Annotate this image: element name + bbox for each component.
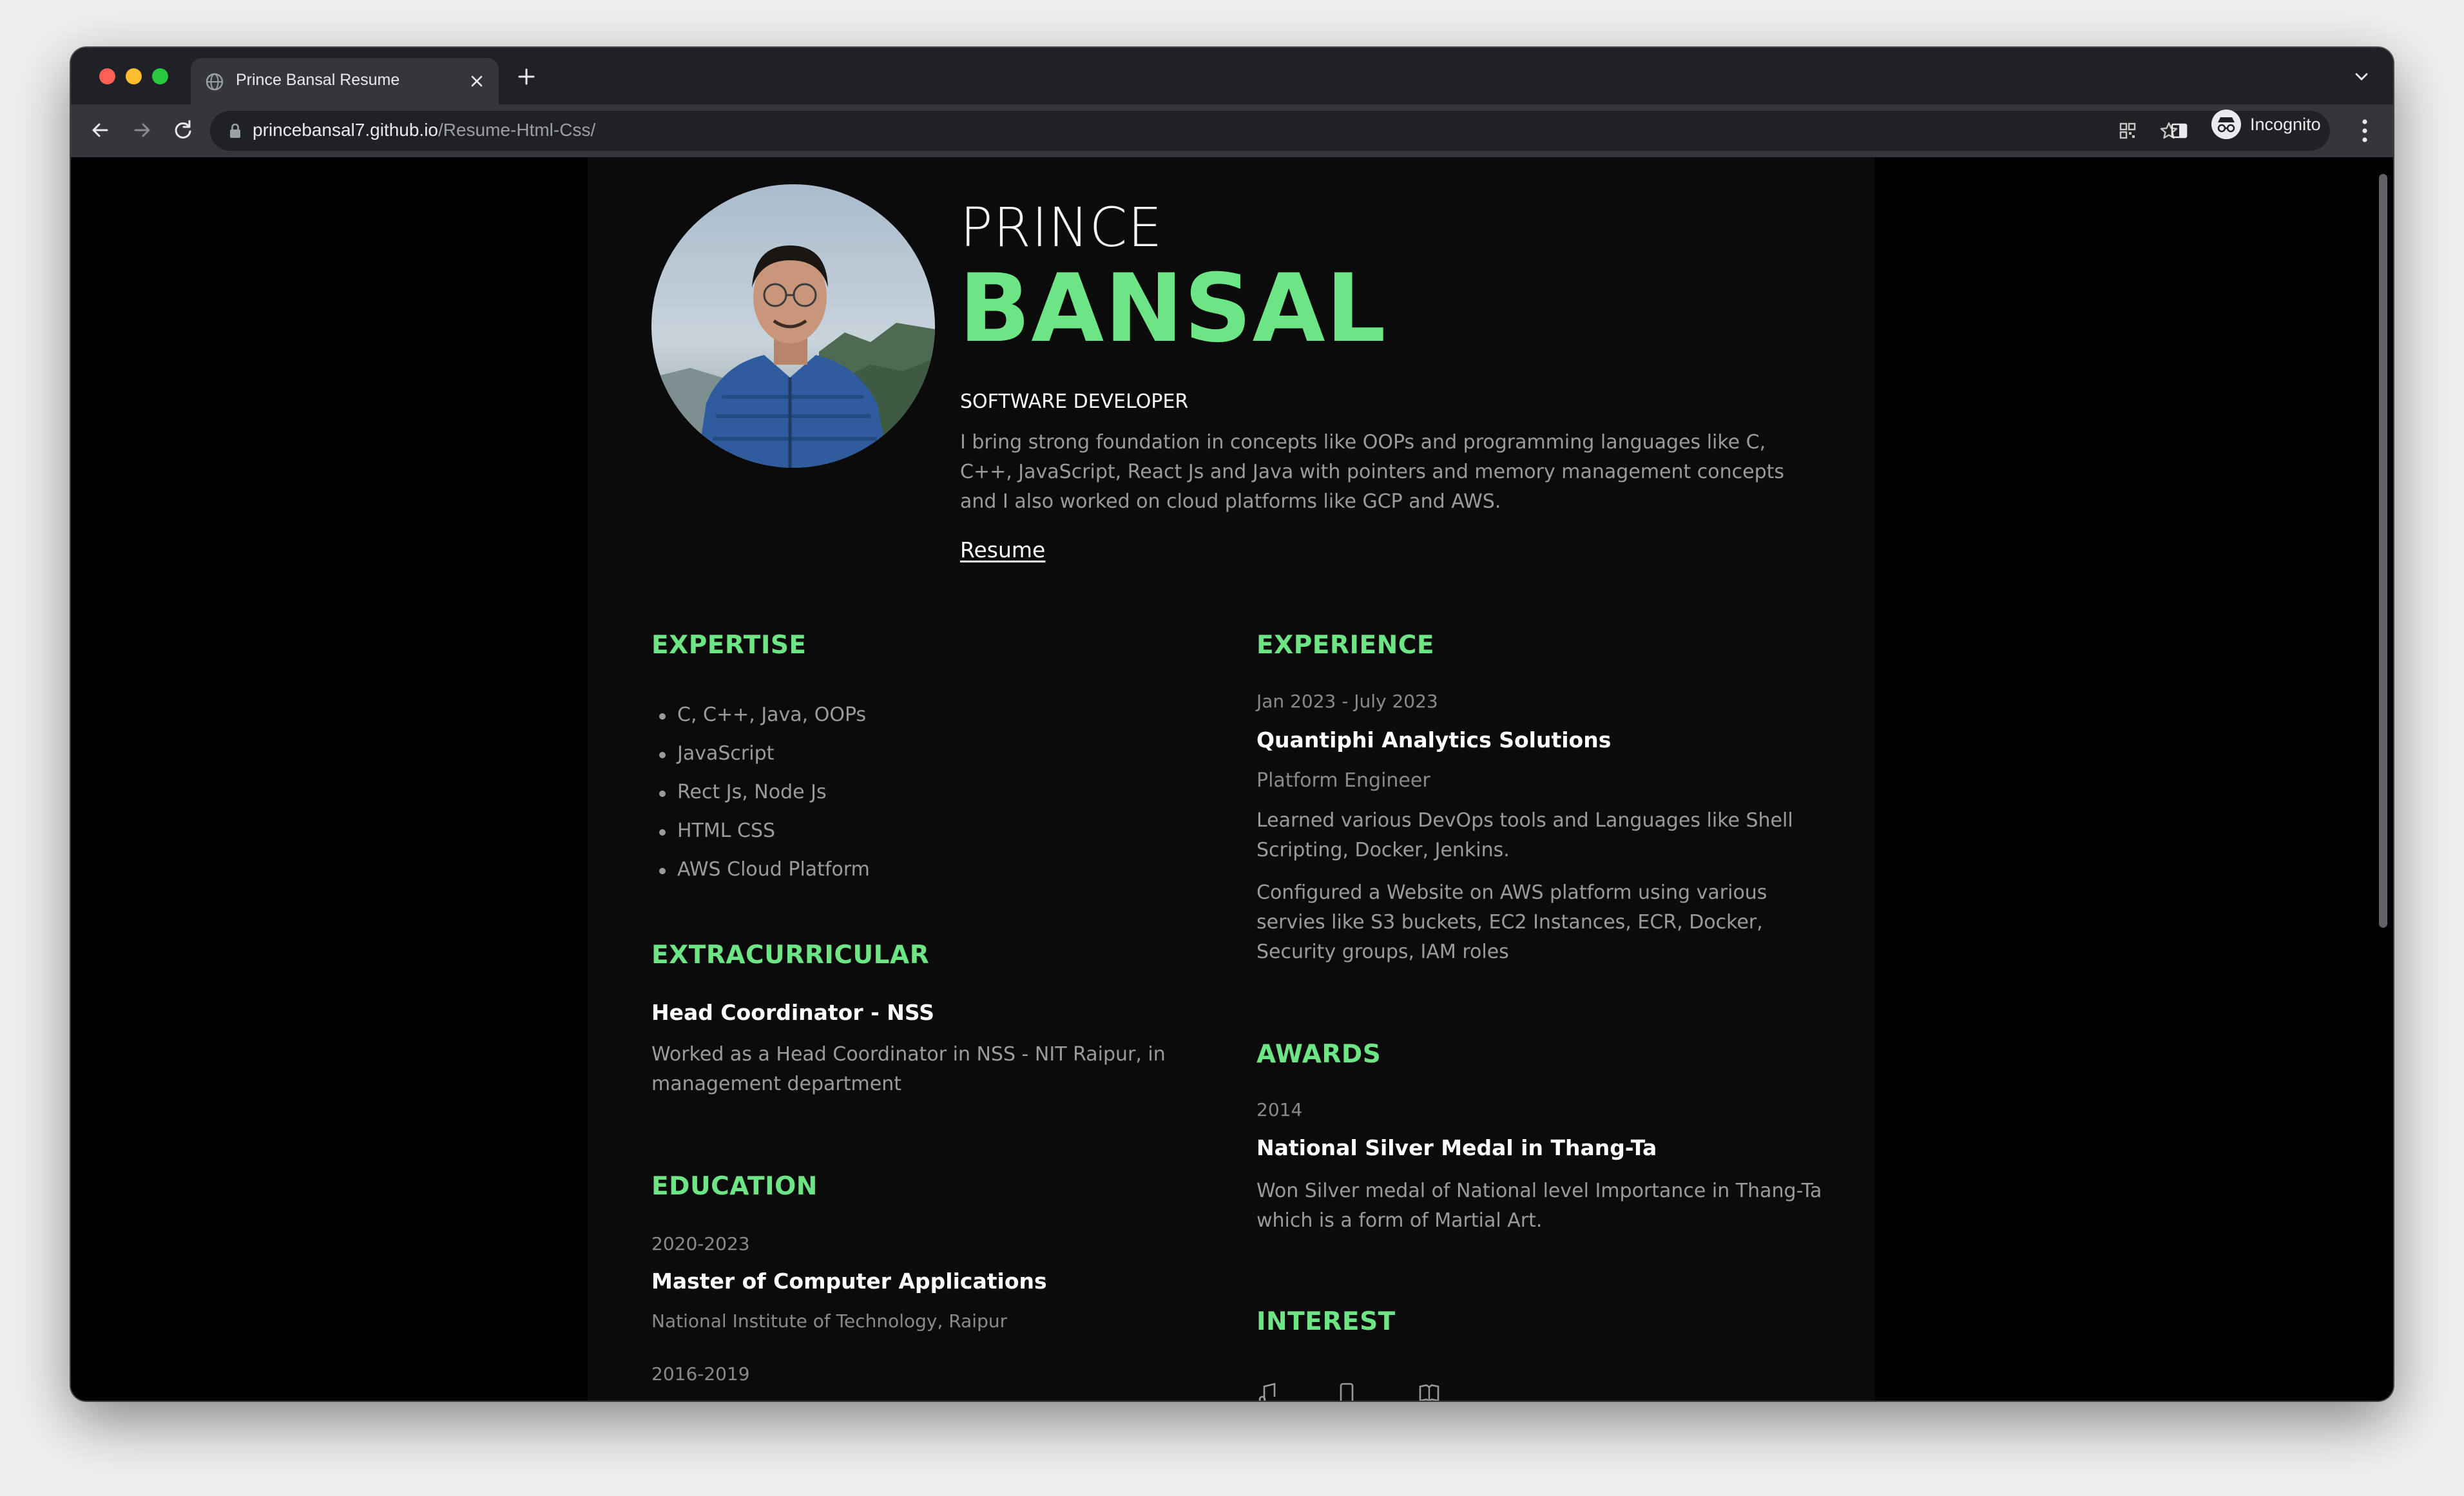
experience-point: Configured a Website on AWS platform usi… bbox=[1256, 881, 1767, 963]
intro-paragraph: I bring strong foundation in concepts li… bbox=[960, 431, 1785, 513]
list-item: HTML CSS bbox=[651, 812, 870, 850]
experience-heading: EXPERIENCE bbox=[1256, 631, 1435, 660]
tab-strip: Prince Bansal Resume bbox=[71, 48, 2393, 104]
mobile-icon bbox=[1340, 1383, 1354, 1401]
page-viewport: PRINCE BANSAL SOFTWARE DEVELOPER I bring… bbox=[71, 157, 2393, 1401]
close-tab-icon[interactable] bbox=[469, 73, 485, 89]
experience-dates: Jan 2023 - July 2023 bbox=[1256, 691, 1438, 712]
music-icon bbox=[1258, 1383, 1276, 1401]
extracurricular-title: Head Coordinator - NSS bbox=[651, 1000, 934, 1025]
incognito-indicator[interactable]: Incognito bbox=[2211, 108, 2321, 140]
education-years: 2016-2019 bbox=[651, 1363, 750, 1385]
menu-icon[interactable] bbox=[2361, 117, 2369, 144]
resume-page: PRINCE BANSAL SOFTWARE DEVELOPER I bring… bbox=[588, 157, 1875, 1401]
back-icon[interactable] bbox=[88, 117, 113, 143]
chevron-down-icon[interactable] bbox=[2353, 70, 2370, 84]
awards-heading: AWARDS bbox=[1256, 1040, 1381, 1069]
close-window-button[interactable] bbox=[99, 68, 115, 84]
experience-company: Quantiphi Analytics Solutions bbox=[1256, 727, 1612, 753]
side-panel-icon[interactable] bbox=[2169, 120, 2190, 141]
address-bar[interactable]: princebansal7.github.io/Resume-Html-Css/ bbox=[210, 111, 2330, 151]
scrollbar-thumb[interactable] bbox=[2379, 174, 2387, 928]
browser-window: Prince Bansal Resume princebansal7.githu… bbox=[71, 48, 2393, 1401]
extracurricular-heading: EXTRACURRICULAR bbox=[651, 941, 930, 970]
award-title: National Silver Medal in Thang-Ta bbox=[1256, 1135, 1657, 1160]
last-name: BANSAL bbox=[959, 254, 1387, 363]
list-item: JavaScript bbox=[651, 734, 870, 773]
scrollbar[interactable] bbox=[2374, 157, 2393, 1401]
url-path: /Resume-Html-Css/ bbox=[438, 120, 596, 140]
minimize-window-button[interactable] bbox=[126, 68, 142, 84]
lock-icon[interactable] bbox=[228, 122, 242, 139]
education-degree: Master of Computer Applications bbox=[651, 1269, 1047, 1294]
education-years: 2020-2023 bbox=[651, 1233, 750, 1254]
award-description: Won Silver medal of National level Impor… bbox=[1256, 1180, 1822, 1232]
list-item: Rect Js, Node Js bbox=[651, 773, 870, 812]
browser-toolbar: princebansal7.github.io/Resume-Html-Css/ bbox=[71, 104, 2393, 157]
award-year: 2014 bbox=[1256, 1099, 1303, 1120]
interest-heading: INTEREST bbox=[1256, 1307, 1396, 1336]
expertise-list: C, C++, Java, OOPs JavaScript Rect Js, N… bbox=[651, 696, 870, 889]
url-text[interactable]: princebansal7.github.io/Resume-Html-Css/ bbox=[253, 120, 595, 140]
extracurricular-description: Worked as a Head Coordinator in NSS - NI… bbox=[651, 1043, 1166, 1095]
zoom-window-button[interactable] bbox=[152, 68, 168, 84]
incognito-label: Incognito bbox=[2250, 114, 2321, 134]
incognito-icon bbox=[2211, 110, 2241, 139]
book-icon bbox=[1419, 1384, 1439, 1401]
url-host: princebansal7.github.io bbox=[253, 120, 438, 140]
list-item: AWS Cloud Platform bbox=[651, 850, 870, 889]
forward-icon[interactable] bbox=[129, 117, 155, 143]
job-title: SOFTWARE DEVELOPER bbox=[960, 390, 1189, 413]
experience-point: Learned various DevOps tools and Languag… bbox=[1256, 809, 1793, 861]
first-name: PRINCE bbox=[960, 196, 1163, 259]
experience-position: Platform Engineer bbox=[1256, 769, 1430, 792]
browser-tab[interactable]: Prince Bansal Resume bbox=[191, 58, 499, 104]
globe-icon bbox=[206, 73, 224, 91]
tab-title: Prince Bansal Resume bbox=[236, 71, 400, 89]
list-item: C, C++, Java, OOPs bbox=[651, 696, 870, 734]
qr-code-icon[interactable] bbox=[2117, 120, 2138, 141]
new-tab-icon[interactable] bbox=[515, 66, 537, 88]
education-heading: EDUCATION bbox=[651, 1172, 818, 1201]
profile-photo bbox=[651, 184, 935, 468]
resume-link[interactable]: Resume bbox=[960, 537, 1045, 562]
education-school: National Institute of Technology, Raipur bbox=[651, 1310, 1008, 1332]
reload-icon[interactable] bbox=[170, 117, 196, 143]
expertise-heading: EXPERTISE bbox=[651, 631, 807, 660]
